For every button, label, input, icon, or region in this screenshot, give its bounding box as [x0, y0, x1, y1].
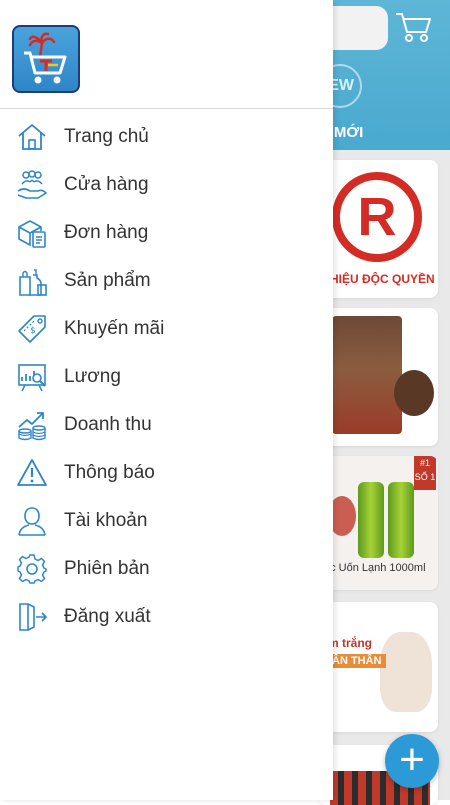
product-image-face [394, 370, 434, 416]
store-icon [16, 169, 48, 201]
menu-item-label: Đơn hàng [64, 222, 149, 243]
menu-item-label: Trang chủ [64, 126, 149, 147]
menu-item-label: Tài khoản [64, 510, 148, 531]
registered-mark: R [332, 172, 422, 262]
product-card[interactable]: R N HIỆU ĐỘC QUYỀN [318, 160, 438, 298]
menu-item-promotions[interactable]: $ Khuyến mãi [0, 305, 333, 353]
promotion-tag-icon: $ [16, 313, 48, 345]
product-image [332, 316, 402, 434]
menu-item-salary[interactable]: Lương [0, 353, 333, 401]
add-button[interactable]: + [385, 734, 439, 788]
menu-item-revenue[interactable]: Doanh thu [0, 401, 333, 449]
bottle-image [358, 482, 384, 558]
svg-text:$: $ [30, 326, 36, 336]
bottle-image [388, 482, 414, 558]
revenue-icon [16, 409, 48, 441]
menu-item-label: Cửa hàng [64, 174, 149, 195]
menu-item-label: Thông báo [64, 462, 155, 483]
menu-item-label: Doanh thu [64, 414, 152, 435]
navigation-drawer: Trang chủ Cửa hàng Đơn hàng Sản phẩm $ K… [0, 0, 333, 800]
card-caption: N HIỆU ĐỘC QUYỀN [318, 272, 435, 286]
order-icon [16, 217, 48, 249]
menu-item-label: Sản phẩm [64, 270, 151, 291]
model-face-image [380, 632, 432, 712]
app-logo [12, 25, 80, 93]
product-card[interactable]: #1 SỐ 1 ốc Uốn Lạnh 1000ml [318, 456, 438, 590]
product-card[interactable] [318, 308, 438, 446]
cart-icon[interactable] [394, 10, 434, 44]
menu-item-home[interactable]: Trang chủ [0, 113, 333, 161]
menu-item-logout[interactable]: Đăng xuất [0, 593, 333, 641]
menu-item-notifications[interactable]: Thông báo [0, 449, 333, 497]
card-title: m trắng [328, 636, 373, 650]
rank-badge: #1 SỐ 1 [414, 456, 436, 490]
logout-icon [16, 601, 48, 633]
home-icon [16, 121, 48, 153]
menu-item-orders[interactable]: Đơn hàng [0, 209, 333, 257]
card-caption: ốc Uốn Lạnh 1000ml [324, 562, 426, 574]
drawer-header [0, 0, 333, 109]
product-card[interactable]: m trắng ÂN THÂN [318, 602, 438, 732]
menu-item-label: Phiên bản [64, 558, 150, 579]
menu-item-label: Lương [64, 366, 121, 387]
menu-item-products[interactable]: Sản phẩm [0, 257, 333, 305]
menu-item-store[interactable]: Cửa hàng [0, 161, 333, 209]
gear-icon [16, 553, 48, 585]
salary-chart-icon [16, 361, 48, 393]
warning-icon [16, 457, 48, 489]
menu-item-label: Khuyến mãi [64, 318, 165, 339]
menu-item-version[interactable]: Phiên bản [0, 545, 333, 593]
menu-item-account[interactable]: Tài khoản [0, 497, 333, 545]
product-icon [16, 265, 48, 297]
account-icon [16, 505, 48, 537]
menu-item-label: Đăng xuất [64, 606, 151, 627]
card-subtitle: ÂN THÂN [328, 654, 386, 668]
